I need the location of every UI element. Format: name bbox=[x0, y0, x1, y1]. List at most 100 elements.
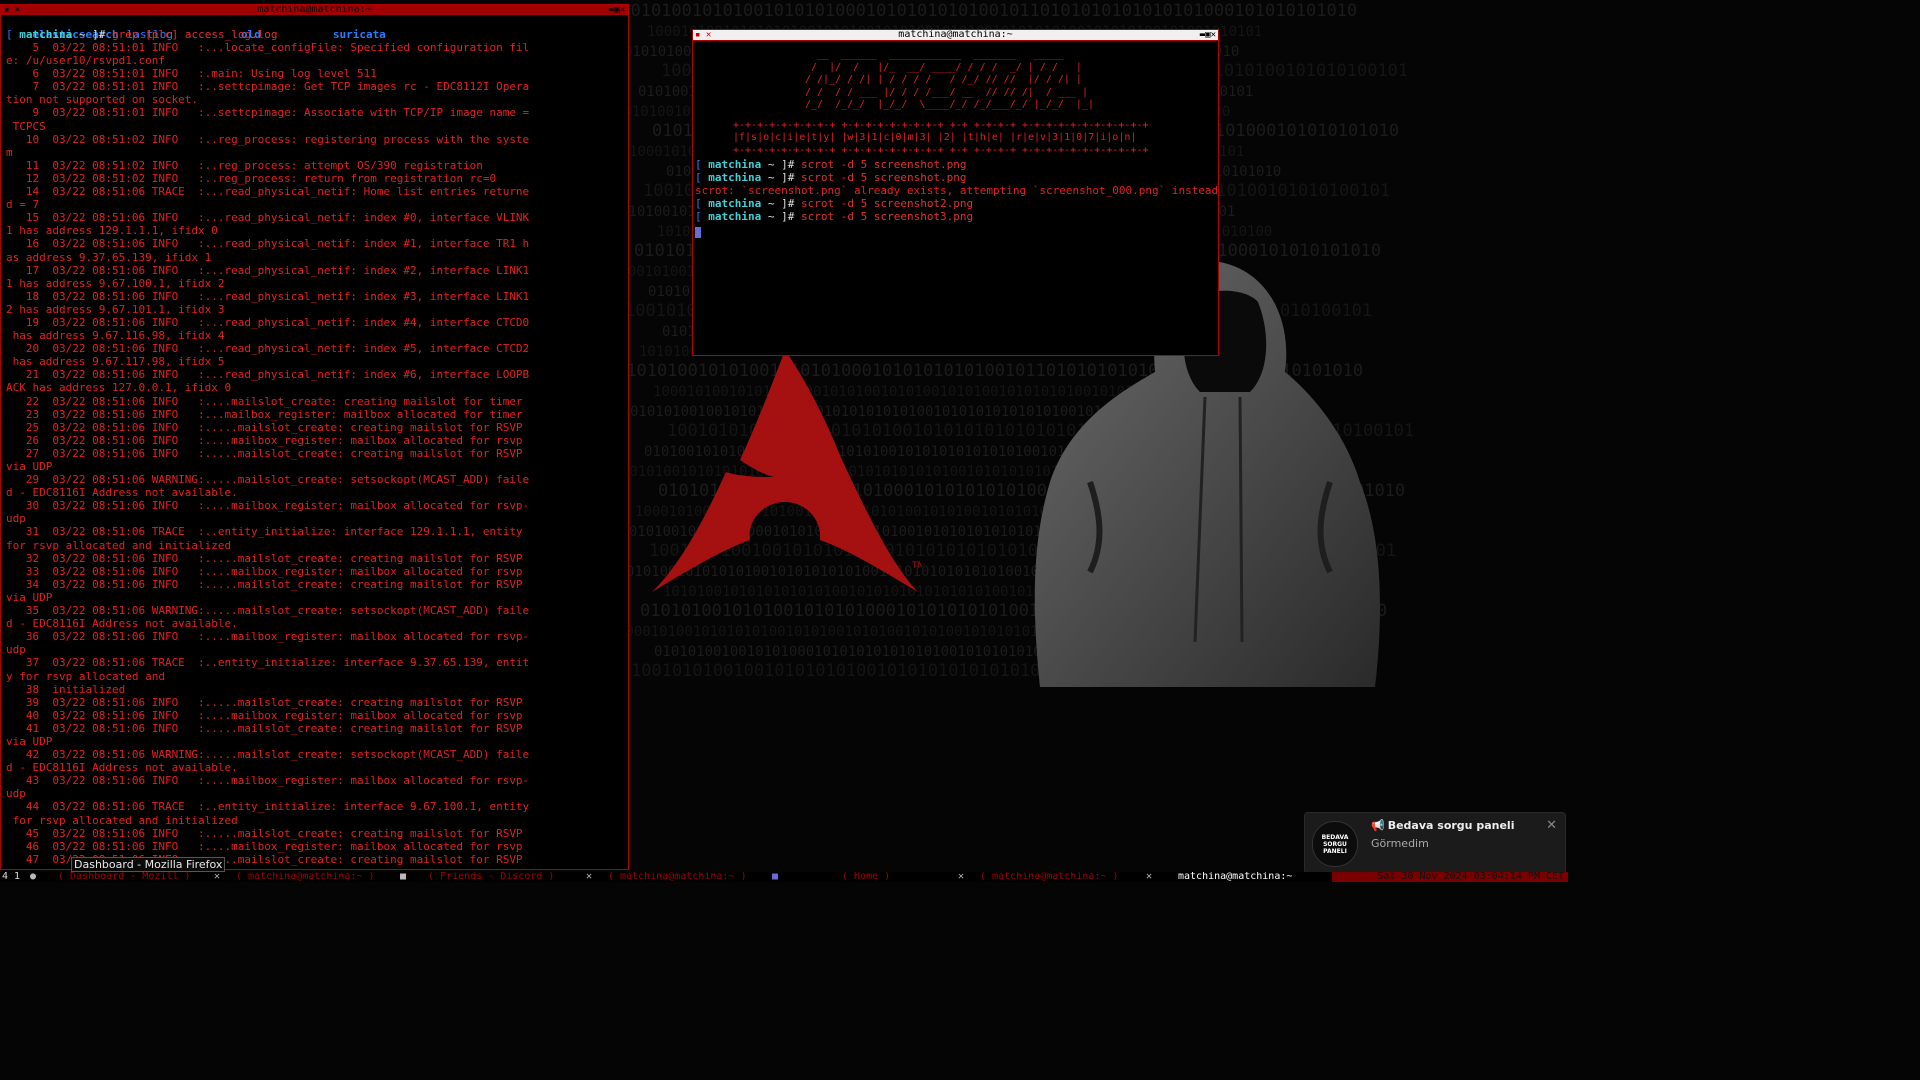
figlet-banner: __ ______ ____________ _______ _____ / |… bbox=[805, 49, 1094, 110]
log-line: 22 03/22 08:51:06 INFO :....mailslot_cre… bbox=[6, 394, 523, 408]
firefox-icon: ● bbox=[30, 872, 37, 882]
window-titlebar[interactable]: ▪ ✕ matchina@matchina:~ ▬▣✕ bbox=[693, 30, 1218, 41]
log-line: 34 03/22 08:51:06 INFO :.....mailslot_cr… bbox=[6, 577, 523, 591]
log-line: e: /u/user10/rsvpd1.conf bbox=[6, 54, 165, 68]
hover-tooltip: Dashboard - Mozilla Firefox bbox=[71, 857, 226, 872]
taskbar-item[interactable]: ( matchina@matchina:~ ) bbox=[980, 872, 1118, 882]
window-controls-icon[interactable]: ▬▣✕ bbox=[1200, 30, 1216, 40]
prompt-user: matchina bbox=[19, 28, 73, 41]
log-line: 42 03/22 08:51:06 WARNING:.....mailslot_… bbox=[6, 748, 530, 762]
log-line: via UDP bbox=[6, 734, 53, 748]
log-line: 26 03/22 08:51:06 INFO :....mailbox_regi… bbox=[6, 433, 523, 447]
arch-logo: TM bbox=[652, 350, 922, 592]
log-line: d = 7 bbox=[6, 198, 40, 212]
log-line: d - EDC8116I Address not available. bbox=[6, 617, 238, 631]
log-line: 6 03/22 08:51:01 INFO :.main: Using log … bbox=[6, 67, 377, 81]
terminal-cursor[interactable] bbox=[695, 226, 701, 238]
log-line: 5 03/22 08:51:01 INFO :...locate_configF… bbox=[6, 41, 530, 54]
log-line: y for rsvp allocated and bbox=[6, 669, 165, 683]
log-line: 1 has address 9.67.100.1, ifidx 2 bbox=[6, 276, 225, 290]
folder-icon: ■ bbox=[772, 872, 779, 882]
log-line: 33 03/22 08:51:06 INFO :....mailbox_regi… bbox=[6, 564, 523, 578]
prompt-command: scrot -d 5 screenshot3.png bbox=[800, 209, 974, 223]
log-line: 41 03/22 08:51:06 INFO :.....mailslot_cr… bbox=[6, 721, 523, 735]
window-menu-icon[interactable]: ▪ ✕ bbox=[695, 30, 711, 40]
workspace-indicator[interactable]: 4 1 bbox=[2, 872, 20, 882]
notification-toast[interactable]: BEDAVA SORGU PANELI 📢 Bedava sorgu paneli… bbox=[1304, 812, 1566, 874]
log-line: 2 has address 9.67.101.1, ifidx 3 bbox=[6, 302, 225, 316]
log-line: 31 03/22 08:51:06 TRACE :..entity_initia… bbox=[6, 525, 523, 539]
log-line: for rsvp allocated and initialized bbox=[6, 813, 238, 827]
status-bar: 4 1 ● ( Dashboard - Mozill ) ✕ ( matchin… bbox=[0, 872, 1568, 882]
close-icon[interactable]: ✕ bbox=[1546, 818, 1557, 833]
log-output: 5 03/22 08:51:01 INFO :...locate_configF… bbox=[1, 41, 628, 866]
error-message: scrot: `screenshot.png` already exists, … bbox=[695, 183, 1219, 197]
log-line: ACK has address 127.0.0.1, ifidx 0 bbox=[6, 381, 232, 395]
log-line: for rsvp allocated and initialized bbox=[6, 538, 232, 552]
log-line: 14 03/22 08:51:06 TRACE :...read_physica… bbox=[6, 185, 530, 199]
window-titlebar[interactable]: ▪ ✕ matchina@matchina:~ ▬▣✕ bbox=[1, 5, 628, 15]
binary-row: 0101010010101001010101000101010101010010… bbox=[610, 1, 1357, 21]
taskbar-item[interactable]: ( Home ) bbox=[842, 872, 890, 882]
log-line: has address 9.67.117.98, ifidx 5 bbox=[6, 355, 225, 369]
log-line: 27 03/22 08:51:06 INFO :.....mailslot_cr… bbox=[6, 446, 523, 460]
log-line: 36 03/22 08:51:06 INFO :....mailbox_regi… bbox=[6, 630, 530, 644]
taskbar-item[interactable]: ( matchina@matchina:~ ) bbox=[236, 872, 374, 882]
log-line: 12 03/22 08:51:02 INFO :..reg_process: r… bbox=[6, 171, 497, 185]
log-line: udp bbox=[6, 512, 26, 526]
prompt-command: grep [plc] access_log.log bbox=[111, 28, 278, 41]
log-line: 43 03/22 08:51:06 INFO :....mailbox_regi… bbox=[6, 774, 530, 788]
log-line: as address 9.37.65.139, ifidx 1 bbox=[6, 250, 212, 264]
log-line: 23 03/22 08:51:06 INFO :...mailbox_regis… bbox=[6, 407, 523, 421]
taskbar-item[interactable]: ( Friends - Discord ) bbox=[428, 872, 554, 882]
prompt-path: ~ ]# bbox=[72, 28, 112, 41]
taskbar-item[interactable]: ( matchina@matchina:~ ) bbox=[608, 872, 746, 882]
log-line: m bbox=[6, 145, 13, 159]
megaphone-icon: 📢 bbox=[1371, 819, 1385, 832]
shell-prompt: [ matchina ~ ]# scrot -d 5 screenshot.pn… bbox=[695, 170, 967, 184]
terminal-icon: ✕ bbox=[1146, 872, 1153, 882]
log-line: 38 initialized bbox=[6, 682, 126, 696]
notification-avatar: BEDAVA SORGU PANELI bbox=[1312, 821, 1358, 867]
shell-prompt: [ matchina ~ ]# scrot -d 5 screenshot3.p… bbox=[695, 209, 974, 223]
terminal-icon: ✕ bbox=[958, 872, 965, 882]
dir-entry: suricata bbox=[332, 28, 386, 41]
shell-prompt: [ matchina ~ ]# scrot -d 5 screenshot.pn… bbox=[695, 157, 967, 171]
log-line: 19 03/22 08:51:06 INFO :...read_physical… bbox=[6, 315, 530, 329]
window-title: matchina@matchina:~ bbox=[898, 29, 1013, 40]
notification-title: 📢 Bedava sorgu paneli bbox=[1371, 819, 1514, 832]
log-line: 1 has address 129.1.1.1, ifidx 0 bbox=[6, 224, 218, 238]
window-controls-icon[interactable]: ▬▣✕ bbox=[609, 5, 625, 15]
log-line: 25 03/22 08:51:06 INFO :.....mailslot_cr… bbox=[6, 420, 523, 434]
terminal-icon: ✕ bbox=[214, 872, 221, 882]
log-line: 35 03/22 08:51:06 WARNING:.....mailslot_… bbox=[6, 604, 530, 618]
log-line: 39 03/22 08:51:06 INFO :.....mailslot_cr… bbox=[6, 695, 523, 709]
clock: Sat 30 Nov 2024 03:04:14 PM CET bbox=[1377, 872, 1564, 882]
log-line: 16 03/22 08:51:06 INFO :...read_physical… bbox=[6, 237, 530, 251]
terminal-window-left[interactable]: ▪ ✕ matchina@matchina:~ ▬▣✕ elasticsearc… bbox=[0, 4, 629, 870]
window-menu-icon[interactable]: ▪ ✕ bbox=[4, 5, 20, 15]
log-line: udp bbox=[6, 643, 26, 657]
taskbar-item[interactable]: ( Dashboard - Mozill ) bbox=[58, 872, 190, 882]
log-line: TCPCS bbox=[6, 119, 46, 133]
log-line: via UDP bbox=[6, 460, 53, 473]
prompt-command: scrot -d 5 screenshot.png bbox=[800, 157, 967, 171]
log-line: 46 03/22 08:51:06 INFO :....mailbox_regi… bbox=[6, 839, 523, 853]
window-title: matchina@matchina:~ bbox=[257, 4, 372, 15]
log-line: tion not supported on socket. bbox=[6, 93, 199, 107]
log-line: 37 03/22 08:51:06 TRACE :..entity_initia… bbox=[6, 656, 530, 670]
prompt-command: scrot -d 5 screenshot2.png bbox=[800, 196, 974, 210]
logo-trademark: TM bbox=[911, 561, 922, 571]
box-banner: +-+-+-+-+-+-+-+-+ +-+-+-+-+-+-+-+-+ +-+ … bbox=[733, 119, 1149, 157]
terminal-window-right[interactable]: ▪ ✕ matchina@matchina:~ ▬▣✕ __ ______ __… bbox=[692, 29, 1219, 356]
log-line: via UDP bbox=[6, 590, 53, 604]
log-line: 15 03/22 08:51:06 INFO :...read_physical… bbox=[6, 211, 530, 225]
log-line: 44 03/22 08:51:06 TRACE :..entity_initia… bbox=[6, 800, 530, 814]
notification-body: Görmedim bbox=[1371, 837, 1429, 850]
notification-title-text: Bedava sorgu paneli bbox=[1387, 819, 1515, 832]
log-line: udp bbox=[6, 787, 26, 801]
log-line: 29 03/22 08:51:06 WARNING:.....mailslot_… bbox=[6, 473, 530, 487]
active-window-title: matchina@matchina:~ bbox=[1178, 872, 1293, 882]
log-line: 30 03/22 08:51:06 INFO :....mailbox_regi… bbox=[6, 499, 530, 513]
log-line: 32 03/22 08:51:06 INFO :.....mailslot_cr… bbox=[6, 551, 523, 565]
